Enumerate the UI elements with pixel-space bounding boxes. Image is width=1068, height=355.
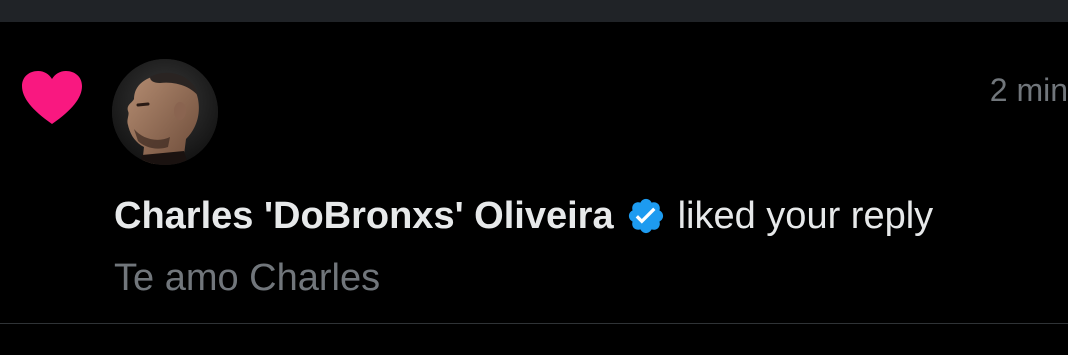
notification-item[interactable]: 2 min Charles 'DoBronxs' Oliveira liked …	[0, 22, 1068, 323]
timestamp: 2 min	[989, 72, 1068, 108]
reply-text[interactable]: Te amo Charles	[114, 255, 380, 301]
top-bar	[0, 0, 1068, 22]
heart-icon	[20, 70, 84, 126]
verified-badge-icon	[626, 196, 666, 236]
divider	[0, 323, 1068, 324]
user-name[interactable]: Charles 'DoBronxs' Oliveira	[114, 193, 614, 239]
action-text: liked your reply	[677, 195, 934, 237]
notification-text: Charles 'DoBronxs' Oliveira liked your r…	[114, 193, 933, 239]
avatar[interactable]	[112, 59, 218, 165]
